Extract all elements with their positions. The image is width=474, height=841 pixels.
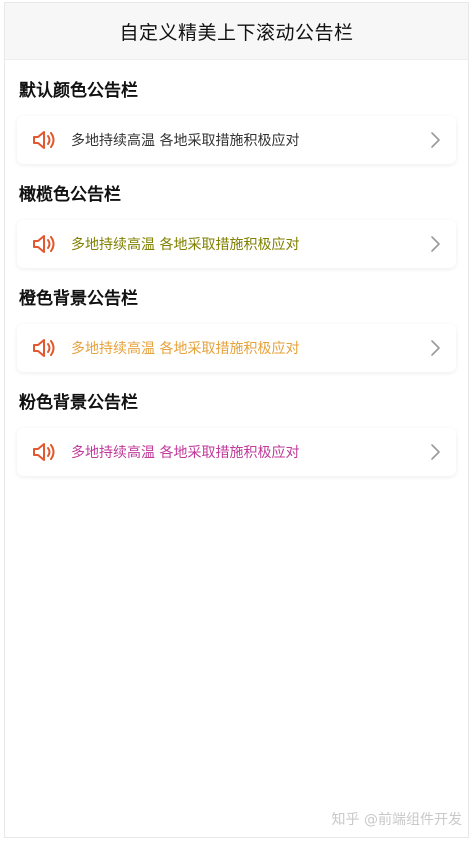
page-title: 自定义精美上下滚动公告栏: [119, 21, 354, 44]
section-title-pink: 粉色背景公告栏: [19, 392, 138, 413]
section-title-default: 默认颜色公告栏: [19, 80, 138, 101]
speaker-icon: [33, 131, 55, 149]
chevron-right-icon: [431, 236, 440, 252]
speaker-icon: [33, 443, 55, 461]
notice-bar-olive[interactable]: 多地持续高温 各地采取措施积极应对: [17, 220, 456, 268]
notice-text: 多地持续高温 各地采取措施积极应对: [71, 237, 300, 253]
watermark-text: 知乎 @前端组件开发: [331, 812, 462, 828]
notice-text: 多地持续高温 各地采取措施积极应对: [71, 341, 300, 357]
top-bar: 自定义精美上下滚动公告栏: [5, 3, 468, 60]
chevron-right-icon: [431, 340, 440, 356]
section-default: 默认颜色公告栏 多地持续高温 各地采取措施积极应对: [5, 60, 468, 164]
app-frame: 自定义精美上下滚动公告栏 默认颜色公告栏 多地持续高温 各地采取措施积极应对 橄…: [4, 2, 469, 838]
notice-text: 多地持续高温 各地采取措施积极应对: [71, 445, 300, 461]
section-pink: 粉色背景公告栏 多地持续高温 各地采取措施积极应对: [5, 372, 468, 476]
notice-bar-pink[interactable]: 多地持续高温 各地采取措施积极应对: [17, 428, 456, 476]
section-olive: 橄榄色公告栏 多地持续高温 各地采取措施积极应对: [5, 164, 468, 268]
chevron-right-icon: [431, 444, 440, 460]
speaker-icon: [33, 339, 55, 357]
notice-bar-default[interactable]: 多地持续高温 各地采取措施积极应对: [17, 116, 456, 164]
section-orange: 橙色背景公告栏 多地持续高温 各地采取措施积极应对: [5, 268, 468, 372]
section-title-olive: 橄榄色公告栏: [19, 184, 121, 205]
section-title-orange: 橙色背景公告栏: [19, 288, 138, 309]
speaker-icon: [33, 235, 55, 253]
notice-bar-orange[interactable]: 多地持续高温 各地采取措施积极应对: [17, 324, 456, 372]
notice-text: 多地持续高温 各地采取措施积极应对: [71, 133, 300, 149]
watermark: 知乎 @前端组件开发: [332, 809, 462, 829]
chevron-right-icon: [431, 132, 440, 148]
